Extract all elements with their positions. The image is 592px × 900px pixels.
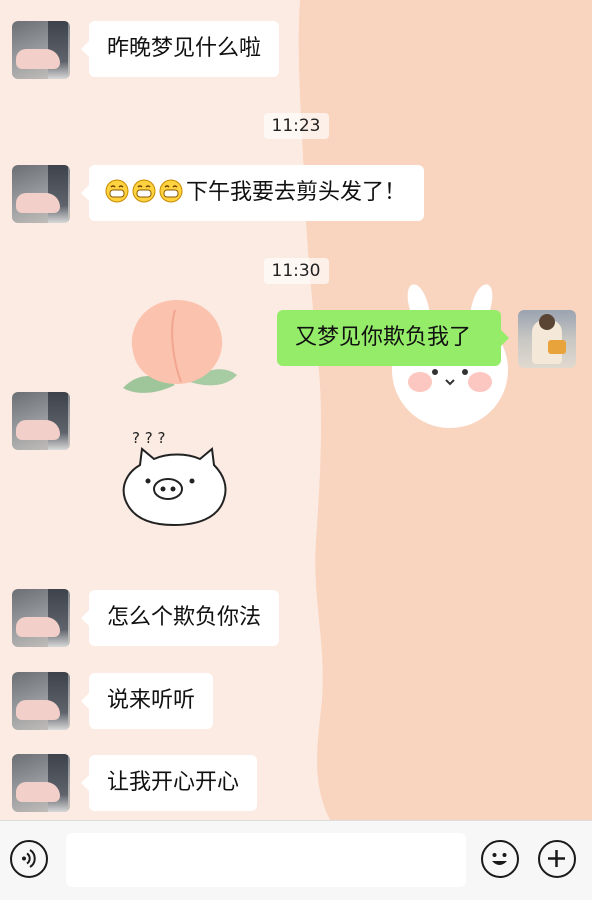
message-text: 昨晚梦见什么啦 (107, 36, 262, 61)
input-toolbar (0, 820, 592, 900)
more-button[interactable] (538, 840, 576, 878)
avatar-self[interactable] (518, 310, 576, 368)
sticker-question-marks: ? ? ? (132, 429, 165, 447)
timestamp: 11:23 (0, 113, 592, 139)
voice-icon (22, 849, 36, 868)
voice-button[interactable] (10, 840, 48, 878)
message-bubble-received[interactable]: 怎么个欺负你法 (80, 590, 280, 646)
avatar-friend[interactable] (12, 21, 70, 79)
message-bubble-received[interactable]: 说来听听 (80, 673, 214, 729)
confused-pig-sticker[interactable]: ? ? ? (112, 425, 237, 530)
message-bubble-received[interactable]: 下午我要去剪头发了！ (80, 165, 425, 221)
peach-wallpaper-icon (123, 300, 237, 393)
avatar-friend[interactable] (12, 589, 70, 647)
grin-icon (159, 179, 183, 203)
message-bubble-received[interactable]: 昨晚梦见什么啦 (80, 21, 280, 77)
message-bubble-sent[interactable]: 又梦见你欺负我了 (277, 310, 509, 366)
avatar-friend[interactable] (12, 672, 70, 730)
grin-icon (105, 179, 129, 203)
emoji-icon (492, 853, 507, 865)
message-input[interactable] (66, 833, 466, 887)
message-text: 让我开心开心 (107, 770, 240, 795)
message-text: 下午我要去剪头发了！ (186, 180, 407, 205)
message-text: 又梦见你欺负我了 (295, 325, 472, 350)
emoji-button[interactable] (481, 840, 519, 878)
avatar-friend[interactable] (12, 392, 70, 450)
plus-icon (548, 850, 565, 867)
avatar-friend[interactable] (12, 754, 70, 812)
message-bubble-received[interactable]: 让我开心开心 (80, 755, 258, 811)
avatar-friend[interactable] (12, 165, 70, 223)
grin-icon (132, 179, 156, 203)
timestamp: 11:30 (0, 258, 592, 284)
message-text: 怎么个欺负你法 (107, 605, 262, 630)
message-text: 说来听听 (107, 688, 196, 713)
